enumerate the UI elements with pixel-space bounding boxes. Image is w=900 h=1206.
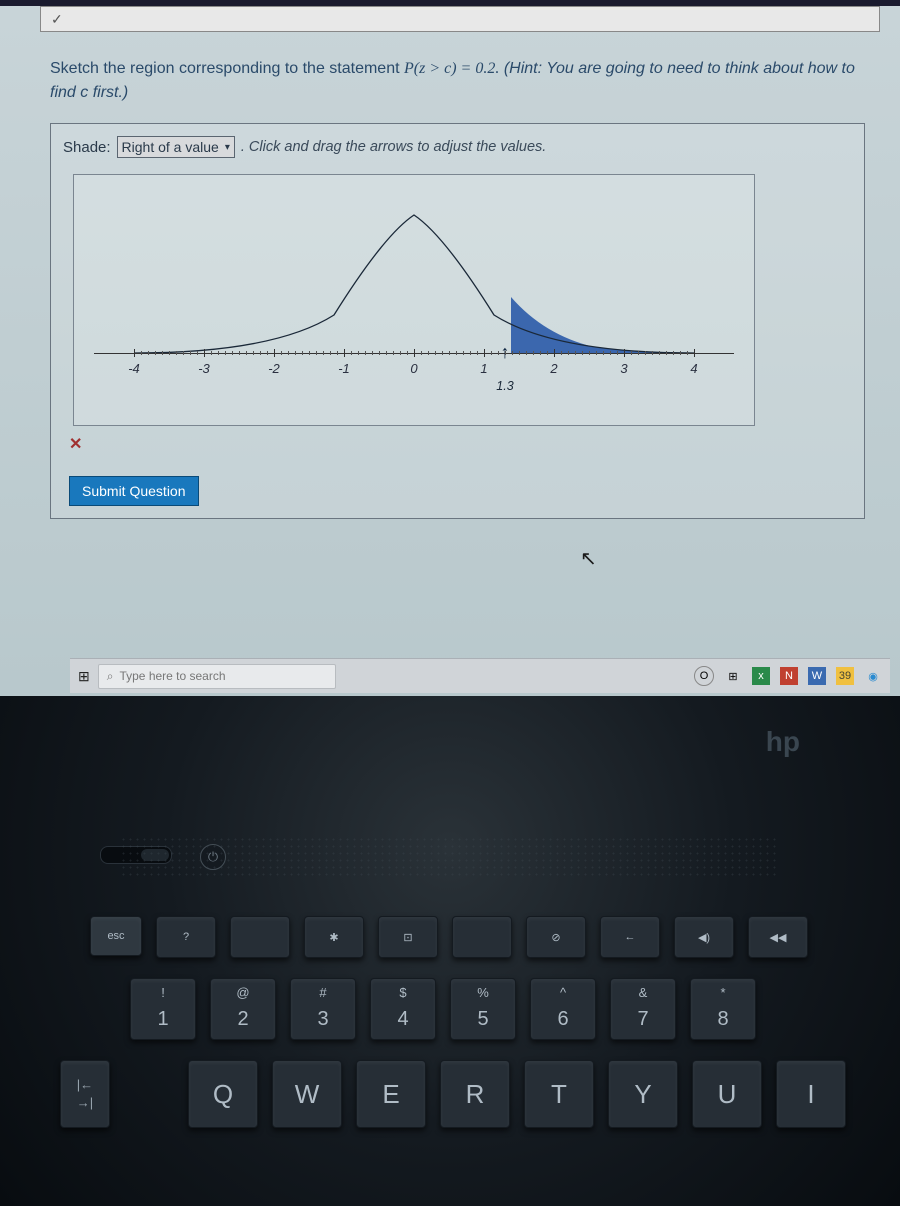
question-prompt: Sketch the region corresponding to the s… — [50, 57, 865, 105]
physical-keyboard: esc ? ✱ ⊡ ⊘ ← ◀︎) ◀◀ !1 @2 #3 $4 %5 ^6 &… — [60, 916, 900, 1148]
key-f3[interactable]: ✱ — [304, 916, 364, 958]
key-7[interactable]: &7 — [610, 978, 676, 1040]
drag-instructions: . Click and drag the arrows to adjust th… — [241, 139, 546, 155]
chart-svg — [74, 175, 754, 425]
key-r[interactable]: R — [440, 1060, 510, 1128]
incorrect-icon: ✕ — [69, 434, 852, 454]
weather-icon[interactable]: 39 — [836, 667, 854, 685]
taskbar-search[interactable]: ⌕ Type here to search — [98, 664, 336, 689]
task-view-icon[interactable]: ⊞ — [724, 667, 742, 685]
speaker-grille — [120, 836, 780, 876]
key-f9[interactable]: ◀◀ — [748, 916, 808, 958]
word-icon[interactable]: W — [808, 667, 826, 685]
key-5[interactable]: %5 — [450, 978, 516, 1040]
key-e[interactable]: E — [356, 1060, 426, 1128]
key-f8[interactable]: ◀︎) — [674, 916, 734, 958]
circle-icon[interactable]: O — [694, 666, 714, 686]
shade-label: Shade: — [63, 139, 111, 156]
key-1[interactable]: !1 — [130, 978, 196, 1040]
key-f6[interactable]: ⊘ — [526, 916, 586, 958]
key-u[interactable]: U — [692, 1060, 762, 1128]
key-esc[interactable]: esc — [90, 916, 142, 956]
browser-icon[interactable]: ◉ — [864, 667, 882, 685]
key-f7[interactable]: ← — [600, 916, 660, 958]
key-3[interactable]: #3 — [290, 978, 356, 1040]
normal-distribution-chart[interactable]: -4 -3 -2 -1 0 1 2 3 4 /* rendered static… — [73, 174, 755, 426]
submit-button[interactable]: Submit Question — [69, 476, 199, 506]
key-f5[interactable] — [452, 916, 512, 958]
shade-select[interactable]: Right of a value ▾ — [117, 136, 235, 158]
key-w[interactable]: W — [272, 1060, 342, 1128]
cursor-icon: ↖ — [580, 546, 597, 571]
windows-taskbar[interactable]: ⊞ ⌕ Type here to search O ⊞ x N W 39 ◉ — [70, 658, 890, 693]
key-f1[interactable]: ? — [156, 916, 216, 958]
key-i[interactable]: I — [776, 1060, 846, 1128]
key-t[interactable]: T — [524, 1060, 594, 1128]
key-f2[interactable] — [230, 916, 290, 958]
search-icon: ⌕ — [107, 669, 114, 684]
key-y[interactable]: Y — [608, 1060, 678, 1128]
key-6[interactable]: ^6 — [530, 978, 596, 1040]
dropdown-bar[interactable]: ✓ — [40, 6, 880, 32]
start-icon[interactable]: ⊞ — [78, 668, 90, 685]
key-2[interactable]: @2 — [210, 978, 276, 1040]
system-tray[interactable]: O ⊞ x N W 39 ◉ — [694, 666, 882, 686]
key-8[interactable]: *8 — [690, 978, 756, 1040]
question-panel: Shade: Right of a value ▾ . Click and dr… — [50, 123, 865, 519]
excel-icon[interactable]: x — [752, 667, 770, 685]
check-icon: ✓ — [51, 11, 63, 28]
key-f4[interactable]: ⊡ — [378, 916, 438, 958]
chevron-down-icon: ▾ — [225, 142, 230, 153]
value-arrow-label: 1.3 — [496, 379, 513, 393]
laptop-chassis: hp ⏻ esc ? ✱ ⊡ ⊘ ← ◀︎) ◀◀ !1 @2 #3 $4 %5… — [0, 696, 900, 1206]
key-4[interactable]: $4 — [370, 978, 436, 1040]
key-q[interactable]: Q — [188, 1060, 258, 1128]
app-icon-n[interactable]: N — [780, 667, 798, 685]
hp-logo: hp — [766, 726, 800, 758]
key-tab[interactable]: |←→| — [60, 1060, 110, 1128]
